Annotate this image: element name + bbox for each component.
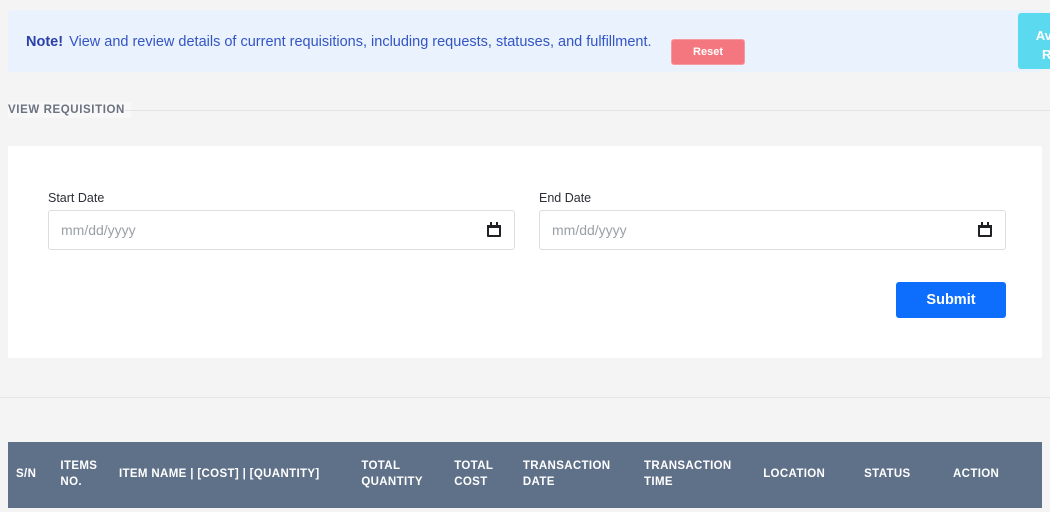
note-alert-label: Note! xyxy=(26,34,64,50)
start-date-input[interactable] xyxy=(48,210,515,250)
start-date-label: Start Date xyxy=(48,191,105,205)
date-filter-card xyxy=(8,146,1042,358)
table-head: S/N ITEMS NO. ITEM NAME | [COST] | [QUAN… xyxy=(8,442,1042,508)
table-header-row: S/N ITEMS NO. ITEM NAME | [COST] | [QUAN… xyxy=(8,442,1042,508)
available-rooms-button[interactable]: Available Rooms xyxy=(1018,13,1050,69)
requisition-table-container: S/N ITEMS NO. ITEM NAME | [COST] | [QUAN… xyxy=(8,442,1042,512)
note-alert-text: Note! View and review details of current … xyxy=(26,34,652,50)
section-header: VIEW REQUISITION xyxy=(0,100,1050,122)
column-header-item-name[interactable]: ITEM NAME | [COST] | [QUANTITY] xyxy=(111,442,353,508)
page-title: VIEW REQUISITION xyxy=(8,102,131,118)
submit-button[interactable]: Submit xyxy=(896,282,1006,318)
column-header-total-quantity[interactable]: TOTAL QUANTITY xyxy=(353,442,446,508)
column-header-transaction-date[interactable]: TRANSACTION DATE xyxy=(515,442,636,508)
column-header-status[interactable]: STATUS xyxy=(856,442,945,508)
end-date-label: End Date xyxy=(539,191,592,205)
requisition-table: S/N ITEMS NO. ITEM NAME | [COST] | [QUAN… xyxy=(8,442,1042,508)
section-header-divider xyxy=(125,110,1050,111)
column-header-total-cost[interactable]: TOTAL COST xyxy=(446,442,515,508)
column-header-items-no[interactable]: ITEMS NO. xyxy=(52,442,111,508)
content-divider xyxy=(0,397,1050,398)
note-alert: Note! View and review details of current … xyxy=(8,10,1042,72)
note-alert-message: View and review details of current requi… xyxy=(69,34,652,50)
column-header-sn[interactable]: S/N xyxy=(8,442,52,508)
column-header-action[interactable]: ACTION xyxy=(945,442,1042,508)
reset-button[interactable]: Reset xyxy=(671,39,745,65)
view-requisition-page: Note! View and review details of current … xyxy=(0,0,1050,512)
column-header-transaction-time[interactable]: TRANSACTION TIME xyxy=(636,442,755,508)
end-date-input[interactable] xyxy=(539,210,1006,250)
column-header-location[interactable]: LOCATION xyxy=(755,442,856,508)
